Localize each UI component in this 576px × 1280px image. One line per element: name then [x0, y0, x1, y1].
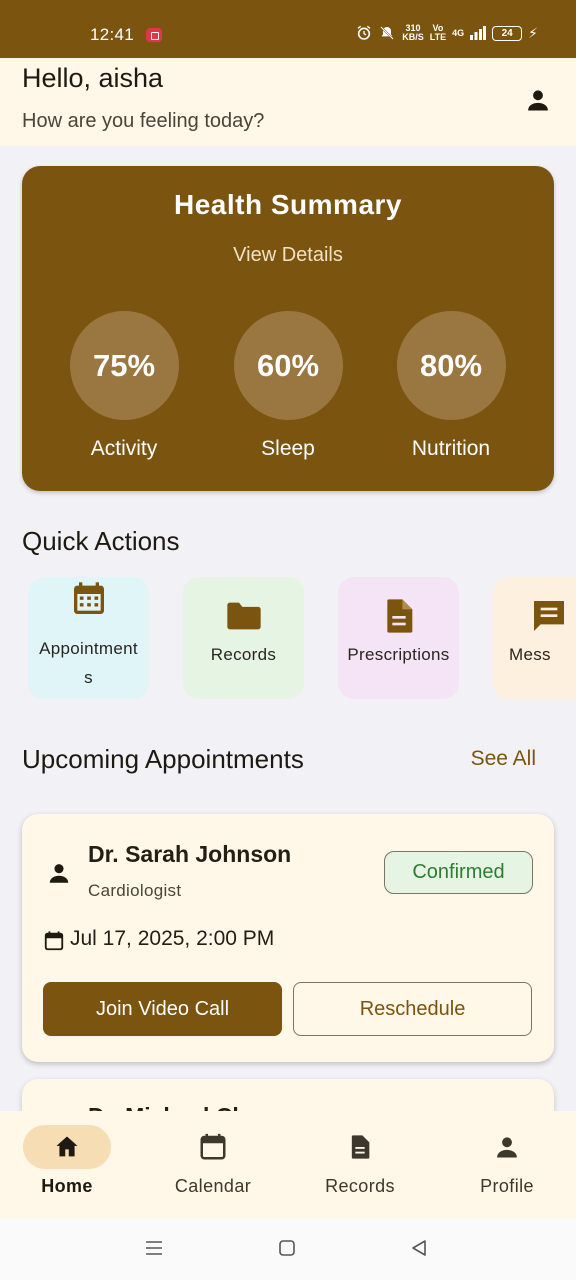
mute-icon [380, 26, 394, 40]
metric-label: Sleep [261, 437, 315, 460]
nav-active-indicator [23, 1125, 111, 1169]
quick-action-label: Prescriptions [347, 645, 450, 664]
quick-action-label: Records [210, 645, 277, 664]
upcoming-appointments-title: Upcoming Appointments [22, 744, 304, 774]
nav-label: Home [41, 1176, 93, 1196]
status-badge: Confirmed [384, 851, 533, 894]
nav-calendar[interactable]: Calendar [158, 1125, 268, 1197]
charging-icon: ⚡ [528, 24, 538, 41]
health-summary-card: Health Summary View Details 75% Activity… [22, 166, 554, 491]
quick-action-appointments[interactable]: Appointment s [28, 577, 149, 699]
join-video-call-button[interactable]: Join Video Call [43, 982, 282, 1036]
status-bar: 12:41 310 KB/S Vo LTE 4G 24 ⚡ [0, 0, 576, 58]
alarm-icon [357, 25, 371, 40]
see-all-link[interactable]: See All [471, 747, 536, 771]
greeting-title: Hello, aisha [22, 63, 164, 93]
message-icon [534, 601, 564, 631]
quick-action-label: Appointment [39, 639, 138, 658]
quick-actions-title: Quick Actions [22, 526, 180, 556]
appointment-datetime: Jul 17, 2025, 2:00 PM [70, 927, 275, 950]
nav-label: Calendar [174, 1176, 252, 1196]
status-icons: 310 KB/S Vo LTE 4G 24 ⚡ [356, 24, 538, 42]
greeting-subtitle: How are you feeling today? [22, 110, 265, 132]
recents-menu-icon[interactable] [142, 1236, 166, 1260]
view-details-link[interactable]: View Details [22, 244, 554, 267]
doctor-person-icon [49, 864, 69, 883]
metric-sleep: 60% Sleep [223, 311, 353, 461]
document-icon [351, 1135, 370, 1159]
back-triangle-icon[interactable] [407, 1236, 431, 1260]
greeting-header: Hello, aisha How are you feeling today? [0, 58, 576, 146]
battery-icon: 24 [492, 25, 523, 41]
screen-record-icon [146, 28, 162, 42]
quick-action-label: Mess [509, 645, 551, 664]
doctor-name: Dr. Sarah Johnson [88, 841, 292, 867]
health-summary-title: Health Summary [174, 189, 402, 220]
person-icon [497, 1137, 517, 1158]
quick-action-records[interactable]: Records [183, 577, 304, 699]
metric-value: 75% [69, 311, 179, 420]
volte-indicator: Vo LTE [429, 23, 447, 42]
nav-label: Profile [480, 1176, 534, 1196]
system-navigation-bar [0, 1219, 576, 1280]
quick-action-prescriptions[interactable]: Prescriptions [338, 577, 459, 699]
metric-value: 80% [396, 311, 506, 420]
metric-nutrition: 80% Nutrition [386, 311, 516, 461]
metric-activity: 75% Activity [59, 311, 189, 461]
nav-profile[interactable]: Profile [452, 1125, 562, 1197]
bottom-navigation: Home Calendar Records Profile [0, 1111, 576, 1219]
calendar-grid-icon [73, 582, 104, 614]
metric-label: Activity [90, 437, 158, 460]
calendar-icon [200, 1133, 226, 1160]
nav-home[interactable]: Home [12, 1125, 122, 1197]
account-icon[interactable] [524, 86, 552, 114]
folder-icon [226, 602, 261, 630]
signal-icon [470, 26, 487, 40]
doctor-specialty: Cardiologist [88, 881, 182, 900]
status-time: 12:41 [90, 25, 135, 44]
quick-action-messages[interactable]: Mess [493, 577, 576, 699]
metric-label: Nutrition [411, 437, 491, 460]
home-icon [56, 1136, 78, 1157]
metric-value: 60% [233, 311, 343, 420]
home-square-icon[interactable] [275, 1236, 299, 1260]
reschedule-button[interactable]: Reschedule [293, 982, 532, 1036]
network-type: 4G [452, 27, 465, 38]
nav-records[interactable]: Records [305, 1125, 415, 1197]
calendar-icon [44, 931, 64, 951]
quick-action-label-wrap: s [84, 668, 93, 687]
document-icon [386, 599, 412, 633]
net-speed: 310 KB/S [402, 23, 424, 42]
appointment-card: Dr. Sarah Johnson Cardiologist Confirmed… [22, 814, 554, 1062]
nav-label: Records [325, 1176, 395, 1196]
